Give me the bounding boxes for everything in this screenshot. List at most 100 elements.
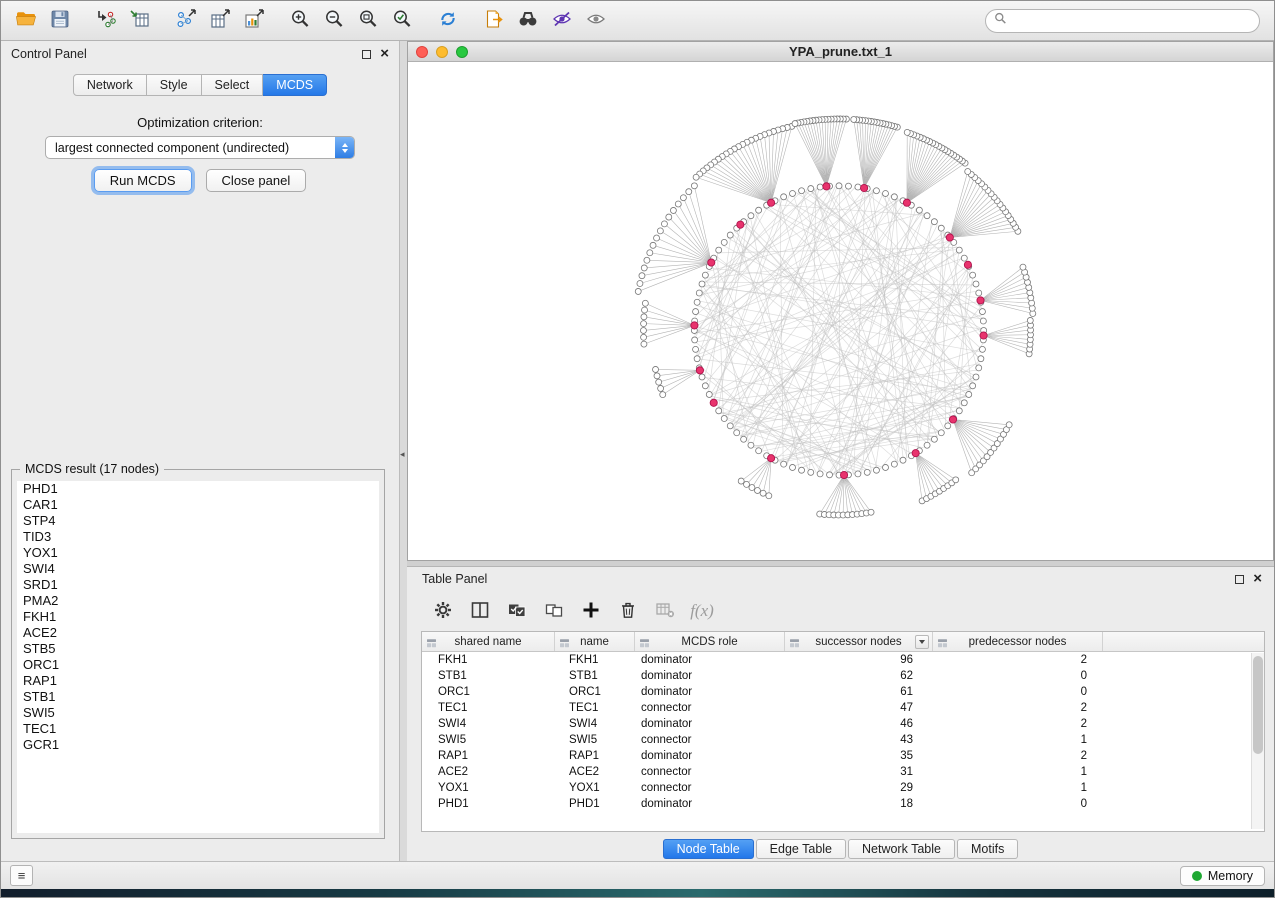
tab-network-table[interactable]: Network Table (848, 839, 955, 859)
table-row[interactable]: ACE2ACE2connector311 (422, 764, 1264, 780)
export-network-button[interactable] (171, 6, 201, 36)
mcds-result-item[interactable]: FKH1 (17, 609, 379, 625)
table-cell: dominator (635, 716, 785, 732)
memory-label: Memory (1208, 869, 1253, 883)
tab-motifs[interactable]: Motifs (957, 839, 1018, 859)
zoom-in-button[interactable] (285, 6, 315, 36)
mcds-result-item[interactable]: SWI4 (17, 561, 379, 577)
mcds-result-item[interactable]: SRD1 (17, 577, 379, 593)
tab-node-table[interactable]: Node Table (663, 839, 754, 859)
function-builder-button[interactable]: f(x) (688, 597, 716, 625)
mcds-result-item[interactable]: CAR1 (17, 497, 379, 513)
task-history-button[interactable]: ≡ (10, 865, 33, 886)
table-cell: 1 (933, 764, 1103, 780)
network-canvas[interactable] (408, 63, 1273, 560)
column-header-successor-nodes[interactable]: successor nodes (785, 632, 933, 651)
select-all-button[interactable] (503, 597, 531, 625)
open-file-button[interactable] (11, 6, 41, 36)
network-window-titlebar[interactable]: YPA_prune.txt_1 (408, 42, 1273, 62)
import-table-button[interactable] (125, 6, 155, 36)
add-column-button[interactable] (577, 597, 605, 625)
delete-column-button[interactable] (614, 597, 642, 625)
mcds-result-item[interactable]: SWI5 (17, 705, 379, 721)
export-image-button[interactable] (239, 6, 269, 36)
mcds-result-item[interactable]: TEC1 (17, 721, 379, 737)
column-header-MCDS-role[interactable]: MCDS role (635, 632, 785, 651)
scrollbar-thumb[interactable] (1253, 656, 1263, 754)
deselect-all-button[interactable] (540, 597, 568, 625)
open-folder-icon (15, 8, 37, 33)
mcds-result-item[interactable]: ACE2 (17, 625, 379, 641)
tab-edge-table[interactable]: Edge Table (756, 839, 846, 859)
find-button[interactable] (513, 6, 543, 36)
run-mcds-button[interactable]: Run MCDS (94, 169, 192, 192)
close-panel-icon[interactable]: × (380, 49, 389, 59)
table-toolbar: f(x) (407, 591, 1274, 631)
mcds-result-item[interactable]: PHD1 (17, 481, 379, 497)
column-attribute-icon (426, 636, 437, 654)
table-row[interactable]: SWI4SWI4dominator462 (422, 716, 1264, 732)
zoom-out-button[interactable] (319, 6, 349, 36)
table-row[interactable]: TEC1TEC1connector472 (422, 700, 1264, 716)
hide-details-button[interactable] (547, 6, 577, 36)
table-row[interactable]: PHD1PHD1dominator180 (422, 796, 1264, 812)
search-box[interactable] (985, 9, 1260, 33)
mcds-result-item[interactable]: PMA2 (17, 593, 379, 609)
search-input[interactable] (1012, 14, 1251, 28)
zoom-fit-button[interactable] (353, 6, 383, 36)
mcds-result-item[interactable]: GCR1 (17, 737, 379, 753)
close-panel-button[interactable]: Close panel (206, 169, 307, 192)
table-cell: dominator (635, 652, 785, 668)
collapse-panel-icon[interactable]: ◂ (400, 449, 405, 460)
table-row[interactable]: SWI5SWI5connector431 (422, 732, 1264, 748)
column-header-predecessor-nodes[interactable]: predecessor nodes (933, 632, 1103, 651)
panel-splitter[interactable]: ◂ (400, 41, 407, 861)
table-row[interactable]: FKH1FKH1dominator962 (422, 652, 1264, 668)
mcds-result-item[interactable]: ORC1 (17, 657, 379, 673)
mcds-result-item[interactable]: YOX1 (17, 545, 379, 561)
table-cell: 47 (785, 700, 933, 716)
delete-table-button[interactable] (651, 597, 679, 625)
table-cell: SWI4 (422, 716, 555, 732)
show-details-button[interactable] (581, 6, 611, 36)
mcds-result-item[interactable]: STB1 (17, 689, 379, 705)
zoom-selected-button[interactable] (387, 6, 417, 36)
table-row[interactable]: YOX1YOX1connector291 (422, 780, 1264, 796)
table-row[interactable]: STB1STB1dominator620 (422, 668, 1264, 684)
show-columns-button[interactable] (466, 597, 494, 625)
mcds-result-list[interactable]: PHD1CAR1STP4TID3YOX1SWI4SRD1PMA2FKH1ACE2… (17, 481, 379, 833)
mcds-result-item[interactable]: TID3 (17, 529, 379, 545)
mcds-result-item[interactable]: STP4 (17, 513, 379, 529)
table-row[interactable]: RAP1RAP1dominator352 (422, 748, 1264, 764)
export-table-button[interactable] (205, 6, 235, 36)
mcds-result-item[interactable]: STB5 (17, 641, 379, 657)
close-table-panel-icon[interactable]: × (1253, 574, 1262, 584)
column-header-shared-name[interactable]: shared name (422, 632, 555, 651)
column-label: shared name (422, 636, 554, 648)
control-panel: Control Panel × NetworkStyleSelectMCDS O… (1, 41, 400, 861)
table-row[interactable]: ORC1ORC1dominator610 (422, 684, 1264, 700)
save-button[interactable] (45, 6, 75, 36)
tab-style[interactable]: Style (147, 74, 202, 96)
float-panel-icon[interactable] (362, 50, 371, 59)
table-settings-button[interactable] (429, 597, 457, 625)
gear-icon (432, 599, 454, 624)
optimization-criterion-select[interactable]: largest connected component (undirected) (45, 136, 355, 159)
tab-network[interactable]: Network (73, 74, 147, 96)
list-icon: ≡ (18, 868, 26, 883)
mcds-result-item[interactable]: RAP1 (17, 673, 379, 689)
import-network-button[interactable] (91, 6, 121, 36)
network-graph[interactable] (408, 63, 1273, 560)
refresh-button[interactable] (433, 6, 463, 36)
float-table-panel-icon[interactable] (1235, 575, 1244, 584)
memory-button[interactable]: Memory (1180, 866, 1265, 886)
table-scrollbar[interactable] (1251, 653, 1264, 829)
export-document-button[interactable] (479, 6, 509, 36)
refresh-icon (437, 8, 459, 33)
table-cell: STB1 (422, 668, 555, 684)
tab-mcds[interactable]: MCDS (263, 74, 327, 96)
sort-dropdown-icon[interactable] (915, 635, 929, 649)
tab-select[interactable]: Select (202, 74, 264, 96)
table-panel: Table Panel × f(x) shared namenameMCDS r… (407, 566, 1274, 861)
column-header-name[interactable]: name (555, 632, 635, 651)
